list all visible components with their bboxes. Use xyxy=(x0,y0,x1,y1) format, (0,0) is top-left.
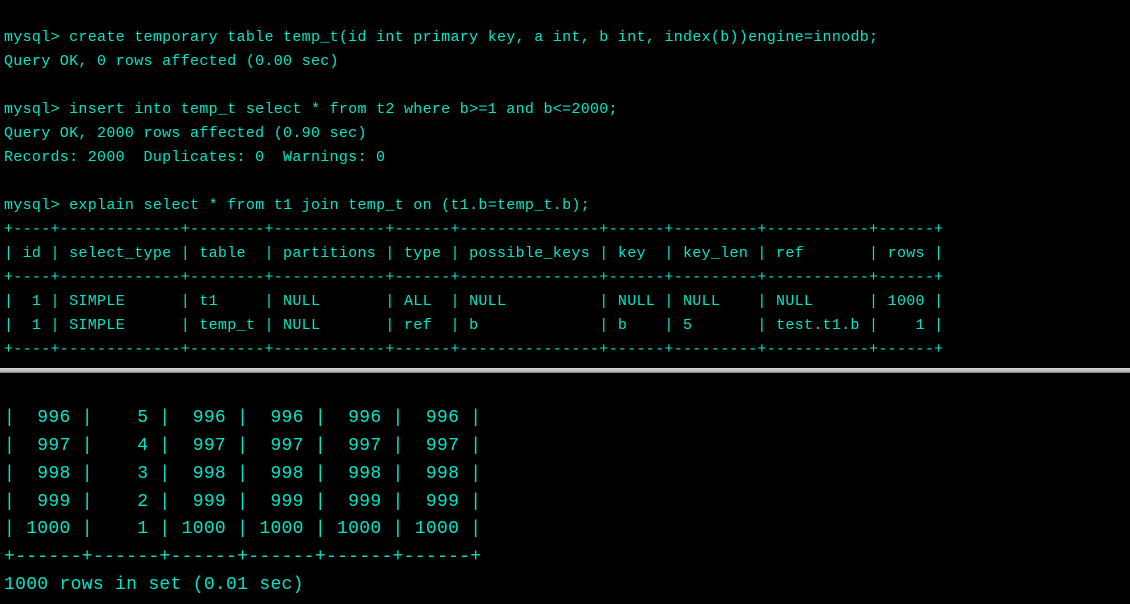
prompt: mysql> xyxy=(4,101,69,118)
prompt: mysql> xyxy=(4,29,69,46)
prompt: mysql> xyxy=(4,197,69,214)
split-divider xyxy=(0,368,1130,373)
result-footer: 1000 rows in set (0.01 sec) xyxy=(4,575,304,595)
terminal-upper[interactable]: mysql> create temporary table temp_t(id … xyxy=(0,0,1130,366)
result-line: Query OK, 2000 rows affected (0.90 sec) xyxy=(4,125,367,142)
table-row: | 1000 | 1 | 1000 | 1000 | 1000 | 1000 | xyxy=(4,519,481,539)
table-row: | 997 | 4 | 997 | 997 | 997 | 997 | xyxy=(4,436,481,456)
table-border: +------+------+------+------+------+----… xyxy=(4,547,481,567)
cmd-create-table: create temporary table temp_t(id int pri… xyxy=(69,29,878,46)
table-border: +----+-------------+--------+-----------… xyxy=(4,341,943,358)
terminal-lower[interactable]: | 996 | 5 | 996 | 996 | 996 | 996 | | 99… xyxy=(0,377,1130,604)
table-row: | 996 | 5 | 996 | 996 | 996 | 996 | xyxy=(4,408,481,428)
result-line: Query OK, 0 rows affected (0.00 sec) xyxy=(4,53,339,70)
table-row: | 1 | SIMPLE | t1 | NULL | ALL | NULL | … xyxy=(4,293,943,310)
cmd-explain: explain select * from t1 join temp_t on … xyxy=(69,197,590,214)
table-row: | 998 | 3 | 998 | 998 | 998 | 998 | xyxy=(4,464,481,484)
table-row: | 1 | SIMPLE | temp_t | NULL | ref | b |… xyxy=(4,317,943,334)
table-header: | id | select_type | table | partitions … xyxy=(4,245,943,262)
table-border: +----+-------------+--------+-----------… xyxy=(4,269,943,286)
cmd-insert: insert into temp_t select * from t2 wher… xyxy=(69,101,618,118)
result-line: Records: 2000 Duplicates: 0 Warnings: 0 xyxy=(4,149,385,166)
table-border: +----+-------------+--------+-----------… xyxy=(4,221,943,238)
table-row: | 999 | 2 | 999 | 999 | 999 | 999 | xyxy=(4,492,481,512)
